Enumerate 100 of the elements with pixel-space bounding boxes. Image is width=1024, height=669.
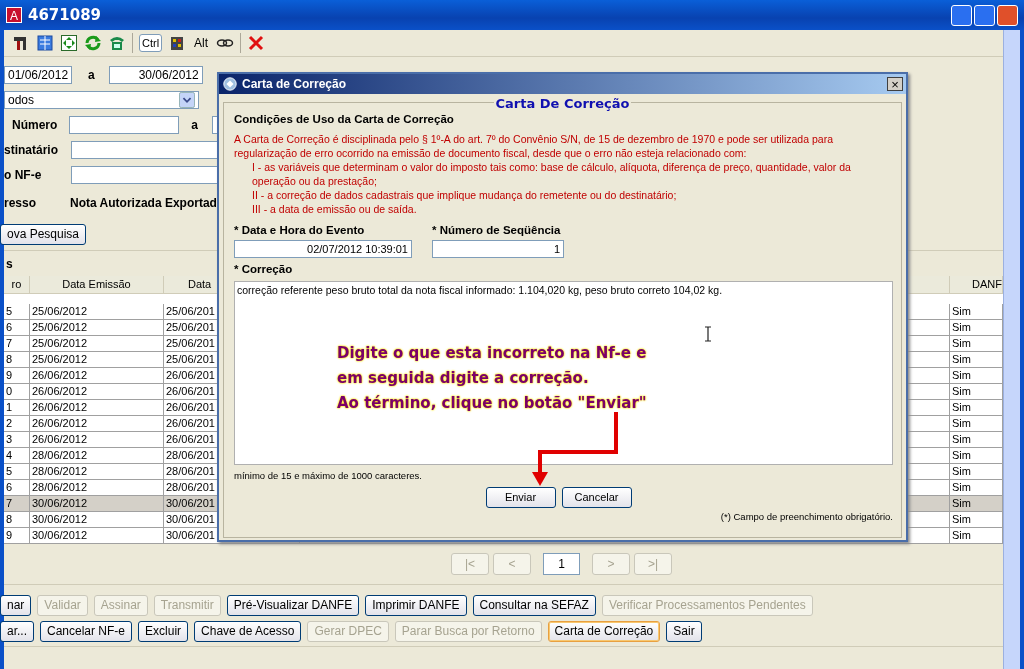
action-button[interactable]: Sair: [666, 621, 702, 642]
action-button[interactable]: Pré-Visualizar DANFE: [226, 595, 360, 616]
table-cell: Sim: [950, 368, 1003, 384]
text-cursor-icon: [704, 326, 712, 343]
table-cell: 26/06/2012: [30, 384, 164, 400]
table-cell: Sim: [950, 496, 1003, 512]
status-select[interactable]: odos: [4, 90, 199, 109]
table-cell: 28/06/2012: [30, 448, 164, 464]
column-header: Data Emissão: [30, 276, 164, 294]
table-cell: Sim: [950, 352, 1003, 368]
refresh-icon[interactable]: [84, 34, 102, 52]
window-title: 4671089: [28, 4, 102, 26]
table-cell: 26/06/2012: [30, 368, 164, 384]
conditions-paragraph: A Carta de Correção é disciplinada pelo § 1º-A do art. 7º do Convênio S/N, de 15 de dezembro de 1970 e pode ser utilizada para regularização de erro ocorrido na emissão de documento fiscal, desde que o erro não esteja relacionado com:: [234, 132, 834, 161]
table-cell: 3: [4, 432, 30, 448]
progress-value: Nota Autorizada Exportad: [70, 195, 217, 212]
new-search-button[interactable]: ova Pesquisa: [0, 223, 87, 245]
condition-item: II - a correção de dados cadastrais que implique mudança do remetente ou do destinatário;: [251, 188, 678, 203]
table-cell: 9: [4, 368, 30, 384]
action-button[interactable]: Consultar na SEFAZ: [472, 595, 596, 616]
condition-item: III - a data de emissão ou de saída.: [251, 202, 418, 217]
table-cell: 7: [4, 336, 30, 352]
table-cell: Sim: [950, 432, 1003, 448]
table-cell: 25/06/2012: [30, 352, 164, 368]
annotation-text: em seguida digite a correção.: [337, 368, 590, 389]
columns-icon[interactable]: [36, 34, 54, 52]
table-cell: 26/06/2012: [30, 432, 164, 448]
app-icon: A: [6, 7, 22, 23]
annotation-text: Ao término, clique no botão "Enviar": [337, 393, 647, 414]
table-cell: 25/06/2012: [30, 320, 164, 336]
table-cell: Sim: [950, 304, 1003, 320]
numero-label: Número: [12, 116, 58, 134]
progress-label: resso: [4, 195, 38, 212]
table-cell: Sim: [950, 528, 1003, 544]
sequence-field[interactable]: 1: [432, 239, 564, 258]
column-header: ro: [4, 276, 30, 294]
condition-item: I - as variáveis que determinam o valor do imposto tais como: base de cálculo, alíquota, diferença de preço, quantidade, valor da operação ou da prestação;: [251, 160, 852, 189]
alt-key-button[interactable]: Alt: [192, 34, 211, 52]
action-button[interactable]: Excluir: [138, 621, 189, 642]
numero-field[interactable]: [69, 115, 180, 134]
table-cell: 2: [4, 416, 30, 432]
close-button[interactable]: [997, 4, 1018, 26]
table-cell: Sim: [950, 416, 1003, 432]
table-cell: 0: [4, 384, 30, 400]
event-date-field[interactable]: 02/07/2012 10:39:01: [234, 239, 412, 258]
expand-icon[interactable]: [60, 34, 78, 52]
dialog-button[interactable]: Enviar: [485, 487, 556, 508]
action-button[interactable]: Chave de Acesso: [194, 621, 302, 642]
dialog-button[interactable]: Cancelar: [561, 487, 632, 508]
date-field[interactable]: 30/06/2012: [108, 65, 203, 84]
phone-icon[interactable]: [108, 34, 126, 52]
date-range-separator: a: [88, 66, 95, 84]
action-button[interactable]: Cancelar NF-e: [40, 621, 133, 642]
table-cell: 30/06/2012: [30, 512, 164, 528]
ctrl-key-button[interactable]: Ctrl: [139, 34, 163, 52]
annotation-text: Digite o que esta incorreto na Nf-e e: [337, 343, 647, 364]
page-number-field[interactable]: 1: [543, 553, 580, 575]
table-cell: Sim: [950, 480, 1003, 496]
table-cell: 6: [4, 480, 30, 496]
table-cell: Sim: [950, 400, 1003, 416]
table-cell: 7: [4, 496, 30, 512]
action-button[interactable]: Carta de Correção: [547, 621, 661, 642]
dialog-close-button[interactable]: ×: [887, 77, 903, 91]
table-cell: 25/06/2012: [30, 304, 164, 320]
table-cell: Sim: [950, 512, 1003, 528]
correction-label: * Correção: [234, 261, 294, 277]
column-header: DANF: [950, 276, 1003, 294]
minimize-button[interactable]: [951, 4, 972, 26]
scrollbar[interactable]: [1003, 30, 1020, 669]
table-cell: 8: [4, 512, 30, 528]
table-cell: 1: [4, 400, 30, 416]
fieldset-legend: Carta De Correção: [493, 96, 632, 111]
table-cell: 28/06/2012: [30, 480, 164, 496]
table-cell: 26/06/2012: [30, 416, 164, 432]
table-cell: 28/06/2012: [30, 464, 164, 480]
dialog-title: Carta de Correção: [242, 76, 347, 93]
action-button[interactable]: nar: [0, 595, 32, 616]
required-field-note: (*) Campo de preenchimento obrigatório.: [719, 510, 893, 524]
table-cell: 9: [4, 528, 30, 544]
table-cell: Sim: [950, 384, 1003, 400]
table-cell: 26/06/2012: [30, 400, 164, 416]
select-value: odos: [8, 91, 36, 108]
date-field[interactable]: 01/06/2012: [4, 65, 72, 84]
table-cell: 30/06/2012: [30, 496, 164, 512]
table-cell: 6: [4, 320, 30, 336]
table-cell: Sim: [950, 320, 1003, 336]
table-cell: 4: [4, 448, 30, 464]
event-date-label: * Data e Hora do Evento: [234, 223, 366, 239]
close-icon[interactable]: [247, 34, 266, 52]
table-cell: 5: [4, 464, 30, 480]
action-button[interactable]: ar...: [0, 621, 34, 642]
maximize-button[interactable]: [974, 4, 995, 26]
table-cell: 25/06/2012: [30, 336, 164, 352]
conditions-heading: Condições de Uso da Carta de Correção: [234, 112, 455, 127]
table-cell: Sim: [950, 464, 1003, 480]
table-cell: 8: [4, 352, 30, 368]
table-cell: 30/06/2012: [30, 528, 164, 544]
action-button[interactable]: Imprimir DANFE: [365, 595, 467, 616]
sequence-label: * Número de Seqüência: [432, 223, 562, 239]
table-cell: 5: [4, 304, 30, 320]
